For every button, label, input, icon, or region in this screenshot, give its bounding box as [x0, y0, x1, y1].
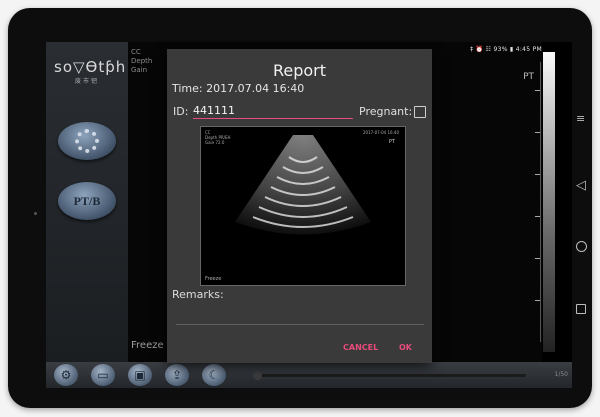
preview-params: CC Depth PR/EH Gain 72.0 [205, 130, 231, 145]
preview-datetime: 2017-07-04 16:40 [362, 130, 399, 135]
back-icon[interactable]: ◁ [576, 178, 586, 193]
pregnant-checkbox[interactable] [414, 106, 426, 118]
freeze-label[interactable]: Freeze [131, 340, 164, 351]
gear-icon [75, 129, 99, 153]
pt-b-mode-label: PT/B [73, 194, 101, 208]
pregnant-label: Pregnant: [359, 105, 413, 118]
preview-param-line: Gain 72.0 [205, 140, 225, 145]
settings-button[interactable] [58, 122, 116, 160]
bottom-toolbar: ⚙ ▭ ▣ ⇪ ☾ 1/50 [46, 362, 572, 388]
moon-icon[interactable]: ☾ [202, 364, 226, 386]
save-icon[interactable]: ▣ [128, 364, 152, 386]
overlay-cc: CC [131, 48, 141, 56]
brand-subtitle: 废市钯 [74, 78, 99, 85]
overlay-gain: Gain [131, 66, 148, 74]
report-dialog: Report Time: 2017.07.04 16:40 ID: Pregna… [167, 49, 432, 363]
cine-counter: 1/50 [554, 371, 568, 378]
preview-pt-label: PT [388, 139, 395, 145]
export-icon[interactable]: ⇪ [165, 364, 189, 386]
cine-slider-handle[interactable] [253, 371, 262, 380]
home-icon[interactable] [576, 241, 587, 252]
depth-scale [534, 62, 541, 342]
report-time: Time: 2017.07.04 16:40 [172, 82, 305, 95]
id-input[interactable] [193, 102, 353, 119]
preview-freeze-label: Freeze [205, 276, 222, 282]
brand-name: so▽Ɵtƥh [54, 58, 127, 76]
settings-icon[interactable]: ⚙ [54, 364, 78, 386]
folder-icon[interactable]: ▭ [91, 364, 115, 386]
recents-icon[interactable] [576, 304, 586, 314]
brand-logo: so▽Ɵtƥh 废市钯 [54, 58, 127, 85]
probe-type-label: PT [523, 72, 534, 82]
pt-b-mode-button[interactable]: PT/B [58, 182, 116, 220]
cine-slider[interactable] [253, 371, 526, 380]
menu-icon[interactable]: ≡ [576, 112, 585, 125]
cancel-button[interactable]: CANCEL [343, 343, 378, 352]
ultrasound-image [235, 135, 371, 235]
overlay-depth: Depth [131, 57, 153, 65]
dialog-title: Report [272, 61, 327, 80]
remarks-input[interactable] [176, 324, 424, 325]
gray-scale-bar [543, 52, 555, 352]
remarks-label: Remarks: [172, 288, 224, 301]
ok-button[interactable]: OK [399, 343, 412, 352]
front-camera [34, 212, 37, 215]
id-label: ID: [173, 105, 189, 118]
left-panel: so▽Ɵtƥh 废市钯 PT/B [46, 42, 128, 362]
ultrasound-preview: CC Depth PR/EH Gain 72.0 2017-07-04 16:4… [200, 126, 406, 286]
overlay-params: CC Depth Gain [131, 48, 152, 75]
status-bar: ‡ ⏰ ☷ 93% ▮ 4:45 PM [470, 46, 542, 53]
